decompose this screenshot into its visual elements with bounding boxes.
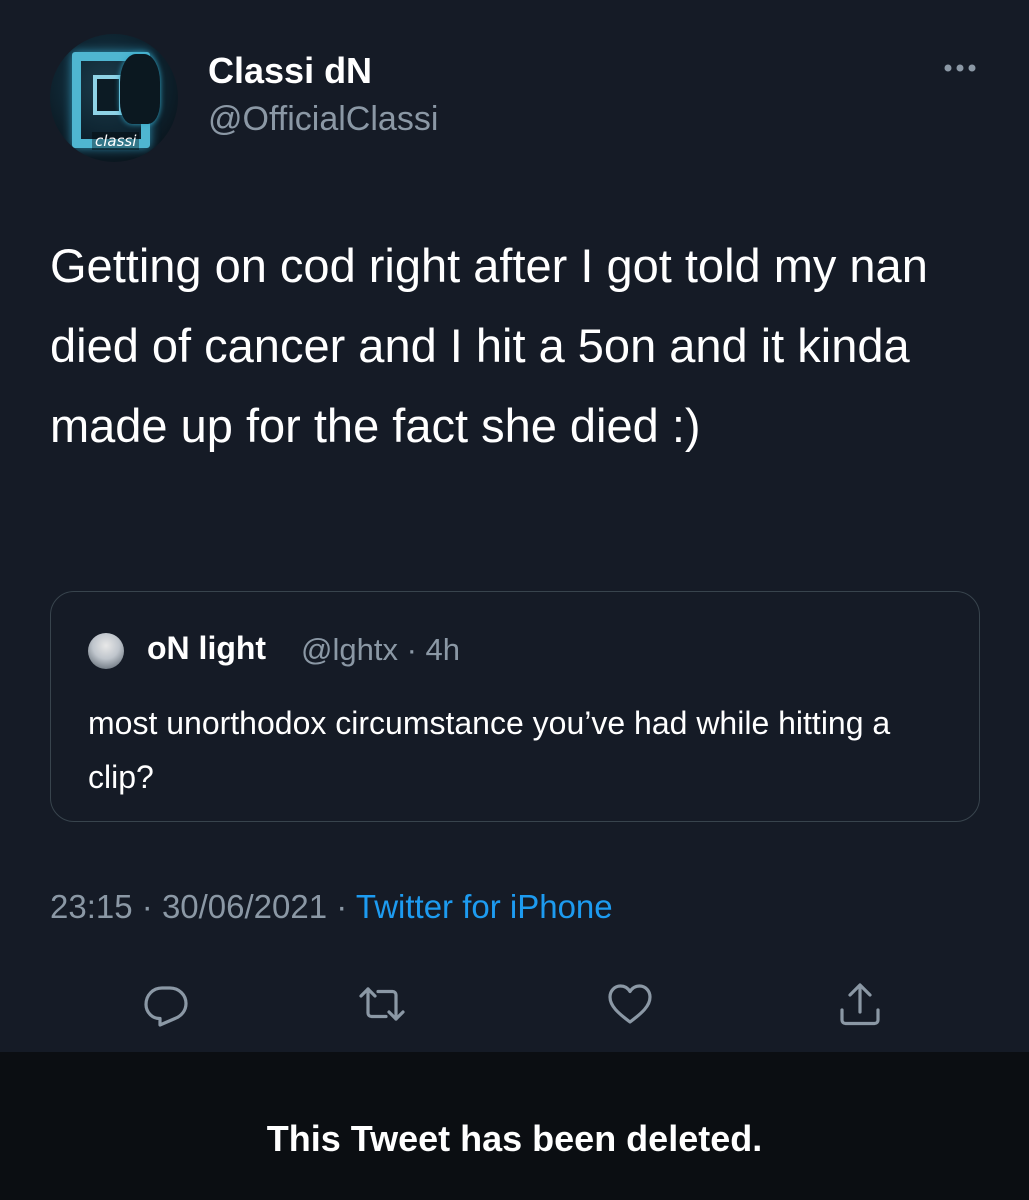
deleted-message: This Tweet has been deleted. [266, 1118, 763, 1159]
meta-separator-1: · [141, 888, 153, 925]
tweet-time: 23:15 [50, 888, 133, 925]
author-avatar[interactable]: classi [50, 34, 178, 162]
quoted-meta: @lghtx · 4h [301, 632, 460, 668]
retweet-icon[interactable] [358, 980, 406, 1028]
tweet-meta: 23:15 · 30/06/2021 · Twitter for iPhone [50, 888, 613, 926]
avatar-tag: classi [92, 132, 140, 150]
tweet-date: 30/06/2021 [161, 888, 328, 925]
quoted-time: 4h [425, 632, 461, 667]
quoted-tweet[interactable]: oN light @lghtx · 4h most unorthodox cir… [50, 591, 980, 822]
quoted-separator: · [406, 632, 417, 667]
heart-icon[interactable] [606, 980, 654, 1028]
tweet-card: classi Classi dN @OfficialClassi Getting… [0, 0, 1029, 1052]
quoted-avatar [88, 633, 124, 669]
tweet-text: Getting on cod right after I got told my… [50, 239, 928, 452]
quoted-author-name: oN light [147, 630, 267, 666]
author-display-name[interactable]: Classi dN [208, 50, 372, 92]
more-options-icon[interactable] [940, 56, 980, 80]
share-icon[interactable] [836, 980, 884, 1028]
reply-icon[interactable] [142, 980, 190, 1028]
meta-separator-2: · [336, 888, 348, 925]
tweet-source-link[interactable]: Twitter for iPhone [356, 888, 613, 925]
quoted-handle: @lghtx [301, 632, 398, 667]
quoted-text: most unorthodox circumstance you’ve had … [88, 705, 891, 795]
deleted-banner: This Tweet has been deleted. [0, 1052, 1029, 1200]
author-handle[interactable]: @OfficialClassi [208, 100, 438, 139]
avatar-figure [120, 54, 160, 124]
